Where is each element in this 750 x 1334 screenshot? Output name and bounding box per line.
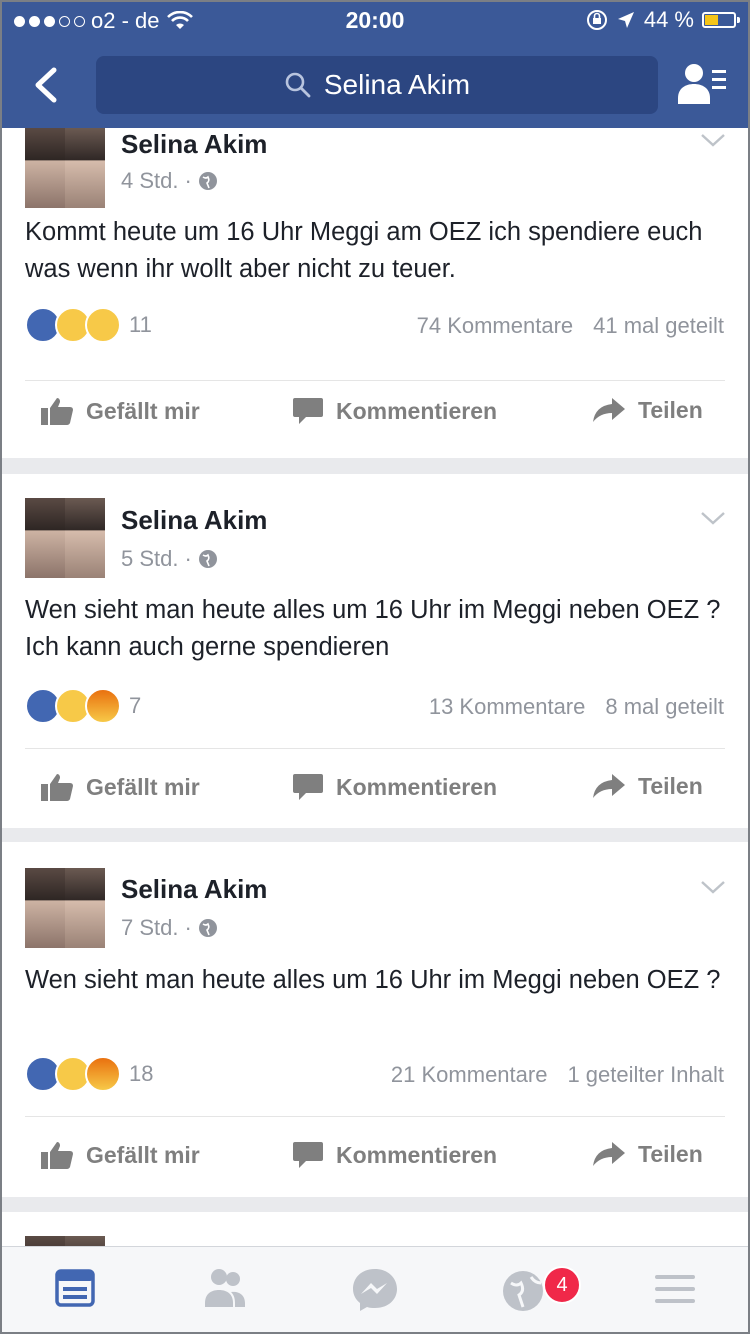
share-count[interactable]: 8 mal geteilt: [605, 694, 724, 720]
reaction-summary[interactable]: 7: [25, 688, 141, 724]
post-meta: 5 Std. ·: [121, 546, 218, 572]
search-bar[interactable]: Selina Akim: [96, 56, 658, 114]
post-card: [0, 1212, 750, 1246]
post-time[interactable]: 5 Std.: [121, 546, 178, 572]
like-label: Gefällt mir: [86, 773, 200, 800]
divider: [25, 380, 725, 381]
meta-separator: ·: [184, 915, 192, 940]
comment-button[interactable]: Kommentieren: [292, 396, 497, 426]
avatar[interactable]: [25, 868, 105, 948]
avatar[interactable]: [25, 128, 105, 208]
post-card: Selina Akim 5 Std. · Wen sieht man heute…: [0, 474, 750, 828]
like-label: Gefällt mir: [86, 397, 200, 424]
news-feed-icon[interactable]: [47, 1263, 103, 1315]
share-label: Teilen: [638, 772, 703, 799]
angry-reaction-icon: [85, 688, 121, 724]
reaction-summary[interactable]: 11: [25, 307, 152, 343]
comment-count[interactable]: 21 Kommentare: [391, 1062, 548, 1088]
thumbs-up-icon: [41, 1142, 73, 1169]
comment-button[interactable]: Kommentieren: [292, 1140, 497, 1170]
post-text: Wen sieht man heute alles um 16 Uhr im M…: [25, 596, 721, 661]
notifications-badge: 4: [543, 1266, 581, 1304]
reaction-count: 11: [129, 312, 152, 337]
messenger-icon[interactable]: [347, 1263, 403, 1315]
share-button[interactable]: Teilen: [592, 1140, 703, 1168]
comment-count[interactable]: 13 Kommentare: [429, 694, 586, 720]
comment-label: Kommentieren: [336, 773, 498, 800]
divider: [25, 748, 725, 749]
globe-icon: [198, 172, 217, 190]
reaction-count: 18: [129, 1061, 154, 1086]
engagement-counts: 13 Kommentare 8 mal geteilt: [429, 694, 724, 720]
search-text: Selina Akim: [323, 69, 471, 100]
share-arrow-icon: [593, 398, 625, 422]
post-time[interactable]: 4 Std.: [121, 168, 178, 194]
friend-requests-icon[interactable]: [676, 62, 728, 106]
thumbs-up-icon: [41, 774, 73, 801]
post-text: Wen sieht man heute alles um 16 Uhr im M…: [25, 966, 721, 994]
menu-icon[interactable]: [647, 1263, 703, 1315]
status-right: 44 %: [586, 7, 740, 33]
comment-label: Kommentieren: [336, 1141, 498, 1168]
battery-percent: 44 %: [643, 7, 694, 32]
engagement-counts: 74 Kommentare 41 mal geteilt: [417, 313, 724, 339]
comment-count[interactable]: 74 Kommentare: [417, 313, 574, 339]
globe-icon: [198, 919, 217, 937]
post-meta: 7 Std. ·: [121, 915, 218, 941]
status-bar: o2 - de 20:00 44 %: [0, 0, 750, 40]
chevron-down-icon[interactable]: [700, 132, 726, 148]
back-arrow-icon[interactable]: [22, 60, 72, 110]
search-icon: [285, 72, 311, 98]
like-label: Gefällt mir: [86, 1141, 200, 1168]
friends-icon[interactable]: [197, 1263, 253, 1315]
share-label: Teilen: [638, 1140, 703, 1167]
comment-icon: [293, 398, 323, 424]
share-button[interactable]: Teilen: [592, 772, 703, 800]
share-arrow-icon: [593, 774, 625, 798]
post-time[interactable]: 7 Std.: [121, 915, 178, 941]
share-arrow-icon: [593, 1142, 625, 1166]
avatar[interactable]: [25, 498, 105, 578]
share-count[interactable]: 41 mal geteilt: [593, 313, 724, 339]
reaction-count: 7: [129, 693, 142, 718]
like-button[interactable]: Gefällt mir: [40, 396, 200, 426]
post-author[interactable]: Selina Akim: [121, 129, 267, 160]
post-card: Selina Akim 4 Std. · Kommt heute um 16 U…: [0, 128, 750, 458]
chevron-down-icon[interactable]: [700, 510, 726, 526]
comment-label: Kommentieren: [336, 397, 498, 424]
reaction-summary[interactable]: 18: [25, 1056, 153, 1092]
location-arrow-icon: [617, 12, 634, 28]
comment-icon: [293, 774, 323, 800]
news-feed[interactable]: Selina Akim 4 Std. · Kommt heute um 16 U…: [0, 128, 750, 1246]
divider: [25, 1116, 725, 1117]
sad-reaction-icon: [85, 307, 121, 343]
globe-icon: [198, 550, 217, 568]
share-count[interactable]: 1 geteilter Inhalt: [567, 1062, 724, 1088]
like-button[interactable]: Gefällt mir: [40, 1140, 200, 1170]
post-card: Selina Akim 7 Std. · Wen sieht man heute…: [0, 842, 750, 1197]
bottom-tab-bar: [0, 1246, 750, 1334]
post-meta: 4 Std. ·: [121, 168, 218, 194]
engagement-counts: 21 Kommentare 1 geteilter Inhalt: [391, 1062, 724, 1088]
navigation-row: Selina Akim: [0, 50, 750, 120]
top-bar: o2 - de 20:00 44 % Selina Akim: [0, 0, 750, 128]
battery-icon: [702, 12, 740, 28]
chevron-down-icon[interactable]: [700, 879, 726, 895]
comment-icon: [293, 1142, 323, 1168]
share-button[interactable]: Teilen: [592, 396, 703, 424]
avatar[interactable]: [25, 1236, 105, 1246]
thumbs-up-icon: [41, 398, 73, 425]
post-text: Kommt heute um 16 Uhr Meggi am OEZ ich s…: [25, 218, 703, 283]
angry-reaction-icon: [85, 1056, 121, 1092]
like-button[interactable]: Gefällt mir: [40, 772, 200, 802]
meta-separator: ·: [184, 546, 192, 571]
meta-separator: ·: [184, 168, 192, 193]
post-author[interactable]: Selina Akim: [121, 874, 267, 905]
post-author[interactable]: Selina Akim: [121, 505, 267, 536]
comment-button[interactable]: Kommentieren: [292, 772, 497, 802]
share-label: Teilen: [638, 396, 703, 423]
orientation-lock-icon: [586, 10, 607, 30]
